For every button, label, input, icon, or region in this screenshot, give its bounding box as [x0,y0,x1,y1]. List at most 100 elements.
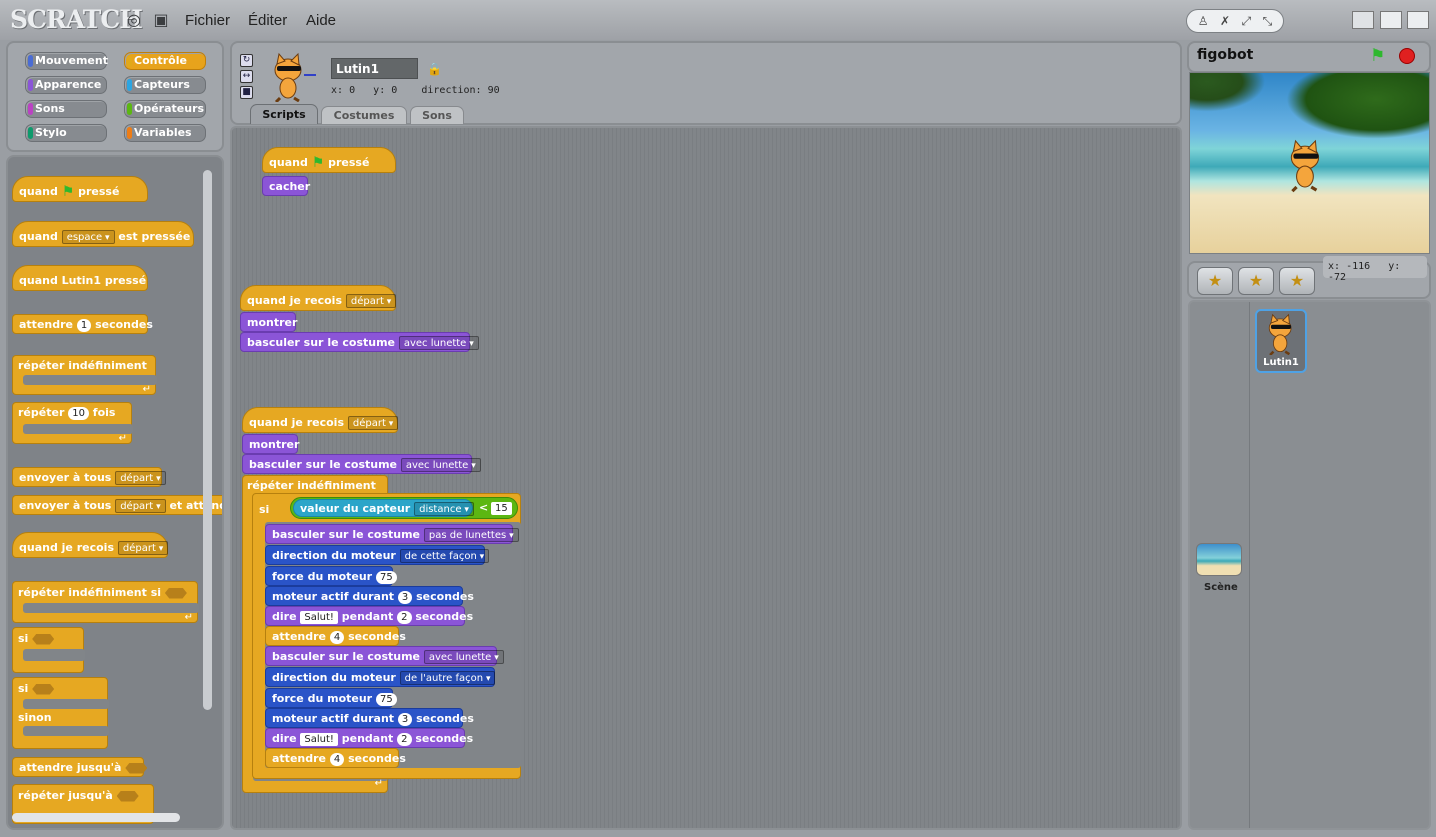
menu-edit[interactable]: Éditer [248,12,287,29]
loop-arrow-icon: ↵ [142,384,151,395]
number-input[interactable]: 2 [397,732,412,746]
category-label: Contrôle [134,54,187,67]
dropdown[interactable]: pas de lunettes [423,528,519,542]
direction-indicator[interactable] [304,74,316,76]
switch-costume-block[interactable]: basculer sur le costume avec lunette [265,646,504,666]
motor-power-block[interactable]: force du moteur 75 [265,688,397,708]
dropdown[interactable]: de cette façon [399,549,490,563]
switch-costume-block[interactable]: basculer sur le costume avec lunette [242,454,481,474]
say-for-block[interactable]: dire Salut! pendant 2 secondes [265,728,473,748]
palette-broadcast[interactable]: envoyer à tous départ [12,467,166,487]
block-text: secondes [416,590,474,603]
when-flag-hat-block[interactable]: quand ⚑ pressé [262,147,396,173]
random-sprite-icon[interactable]: ★ [1279,267,1315,295]
small-stage-view-icon[interactable] [1352,11,1374,29]
category-7[interactable]: Variables [124,124,206,142]
less-than-operator[interactable]: valeur du capteur distance < 15 [290,497,518,519]
number-input[interactable]: 3 [397,712,413,726]
when-receive-hat-block[interactable]: quand je recois départ [242,407,399,433]
lock-icon[interactable]: 🔒 [427,62,442,76]
palette-when-receive[interactable]: quand je recois départ [12,532,169,558]
wait-block[interactable]: attendre 4 secondes [265,626,406,646]
motor-power-block[interactable]: force du moteur 75 [265,566,397,586]
sprite-on-stage[interactable] [1284,135,1328,195]
palette-if-else[interactable]: si sinon [12,677,109,749]
say-for-block[interactable]: dire Salut! pendant 2 secondes [265,606,473,626]
duplicate-tool-icon[interactable]: ♙ [1198,14,1209,28]
palette-forever-if[interactable]: répéter indéfiniment si ↵ [12,581,199,623]
block-text: force du moteur [272,692,373,705]
block-text: secondes [348,630,406,643]
palette-if[interactable]: si [12,627,85,673]
block-palette: quand ⚑ pressé quand espace est pressée … [6,155,224,830]
shrink-tool-icon[interactable]: ⤡ [1263,14,1273,29]
project-title: figobot [1197,47,1254,63]
palette-broadcast-and-wait[interactable]: envoyer à tous départ et attendre [12,495,222,515]
category-5[interactable]: Opérateurs [124,100,206,118]
loop-arrow-icon: ↵ [374,778,383,789]
number-input[interactable]: 75 [375,570,397,584]
palette-when-sprite-clicked[interactable]: quand Lutin1 pressé [12,265,148,291]
motor-on-for-block[interactable]: moteur actif durant 3 secondes [265,708,474,728]
switch-costume-block[interactable]: basculer sur le costume avec lunette [240,332,479,352]
number-input[interactable]: 3 [397,590,413,604]
green-flag-icon: ⚑ [61,184,75,200]
sensor-value-block[interactable]: valeur du capteur distance [293,499,474,517]
menu-help[interactable]: Aide [306,12,336,29]
palette-vertical-scrollbar[interactable] [203,170,212,710]
sprite-tile-lutin1[interactable]: Lutin1 [1255,309,1307,373]
rotate-all-icon[interactable]: ↻ [240,54,253,67]
palette-forever[interactable]: répéter indéfiniment ↵ [12,355,157,395]
stop-icon[interactable] [1399,48,1415,64]
block-text: secondes [416,712,474,725]
save-icon[interactable]: ▣ [152,11,170,29]
palette-repeat[interactable]: répéter 10 fois ↵ [12,402,133,444]
palette-when-key[interactable]: quand espace est pressée [12,221,194,247]
flip-left-right-icon[interactable]: ↔ [240,70,253,83]
stage-canvas[interactable] [1189,72,1430,254]
delete-tool-icon[interactable]: ✗ [1220,14,1230,28]
dropdown[interactable]: avec lunette [423,650,504,664]
number-input[interactable]: 4 [329,752,345,766]
number-input[interactable]: Salut! [300,732,338,746]
palette-wait-until[interactable]: attendre jusqu'à [12,757,148,777]
globe-icon[interactable]: ◎ [125,11,143,29]
number-input[interactable]: 4 [329,630,345,644]
menu-file[interactable]: Fichier [185,12,230,29]
show-block[interactable]: montrer [242,434,299,454]
motor-direction-block[interactable]: direction du moteur de l'autre façon [265,667,496,687]
category-1[interactable]: Contrôle [124,52,206,70]
category-6[interactable]: Stylo [25,124,107,142]
full-stage-view-icon[interactable] [1380,11,1402,29]
number-input[interactable]: Salut! [300,610,338,624]
category-4[interactable]: Sons [25,100,107,118]
category-3[interactable]: Capteurs [124,76,206,94]
palette-when-flag[interactable]: quand ⚑ pressé [12,176,148,202]
tab-sounds[interactable]: Sons [410,106,464,124]
when-receive-hat-block[interactable]: quand je recois départ [240,285,397,311]
green-flag-icon[interactable]: ⚑ [1370,46,1385,66]
category-2[interactable]: Apparence [25,76,107,94]
sprite-name-field[interactable]: Lutin1 [331,58,418,79]
paint-new-sprite-icon[interactable]: ★ [1197,267,1233,295]
palette-wait[interactable]: attendre 1 secondes [12,314,153,334]
block-text: secondes [415,610,474,623]
tab-scripts[interactable]: Scripts [250,104,318,124]
wait-block[interactable]: attendre 4 secondes [265,748,406,768]
switch-costume-block[interactable]: basculer sur le costume pas de lunettes [265,524,519,544]
dropdown[interactable]: de l'autre façon [399,671,496,685]
hide-block[interactable]: cacher [262,176,310,196]
tab-costumes[interactable]: Costumes [321,106,407,124]
no-rotate-icon[interactable]: ■ [240,86,253,99]
stage-thumbnail[interactable] [1196,543,1242,576]
motor-on-for-block[interactable]: moteur actif durant 3 secondes [265,586,474,606]
choose-sprite-from-file-icon[interactable]: ★ [1238,267,1274,295]
number-input[interactable]: 2 [397,610,412,624]
grow-tool-icon[interactable]: ⤢ [1242,14,1252,29]
motor-direction-block[interactable]: direction du moteur de cette façon [265,545,490,565]
presentation-mode-icon[interactable] [1407,11,1429,29]
number-input[interactable]: 75 [375,692,397,706]
show-block[interactable]: montrer [240,312,297,332]
category-0[interactable]: Mouvement [25,52,108,70]
palette-horizontal-scrollbar[interactable] [12,813,180,822]
